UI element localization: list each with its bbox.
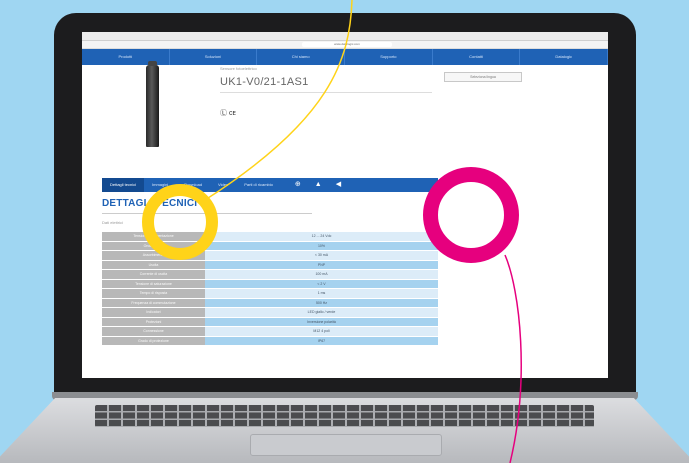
yellow-highlight-ring xyxy=(142,184,218,260)
pink-callout-line xyxy=(504,254,522,463)
callout-lines xyxy=(204,0,522,463)
yellow-callout-line xyxy=(204,0,353,201)
pink-highlight-ring xyxy=(423,167,519,263)
